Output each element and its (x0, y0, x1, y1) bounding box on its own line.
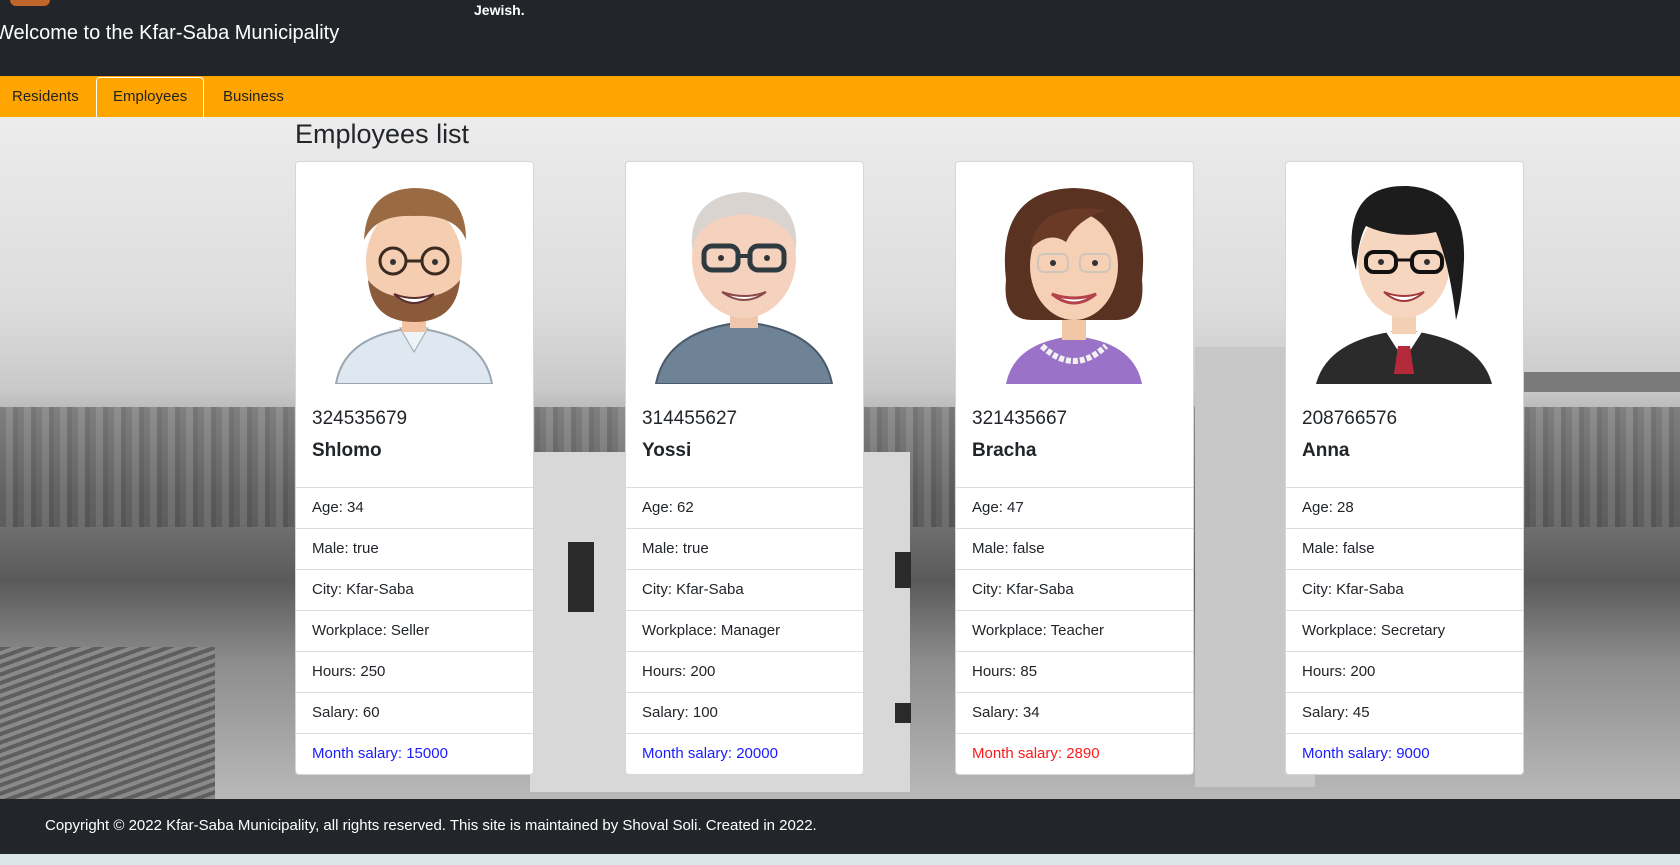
employee-details-list: Age: 34 Male: true City: Kfar-Saba Workp… (296, 487, 533, 774)
employee-hours: Hours: 200 (626, 651, 863, 692)
tab-employees[interactable]: Employees (96, 77, 205, 117)
employee-avatar (1004, 188, 1144, 384)
employee-id: 324535679 (312, 408, 408, 429)
page-bottom-edge (0, 854, 1680, 865)
employee-city: City: Kfar-Saba (956, 569, 1193, 610)
employee-avatar (1316, 185, 1492, 384)
background-window (568, 542, 594, 612)
welcome-title: Welcome to the Kfar-Saba Municipality (0, 22, 340, 44)
employee-city: City: Kfar-Saba (626, 569, 863, 610)
employee-age: Age: 34 (296, 487, 533, 528)
employee-id: 321435667 (972, 408, 1068, 429)
employee-card: 324535679 Shlomo Age: 34 Male: true City… (295, 161, 534, 775)
employee-details-list: Age: 62 Male: true City: Kfar-Saba Workp… (626, 487, 863, 774)
municipality-logo (10, 0, 50, 6)
employee-city: City: Kfar-Saba (296, 569, 533, 610)
employee-avatar (334, 188, 494, 384)
employee-workplace: Workplace: Manager (626, 610, 863, 651)
employee-card: 314455627 Yossi Age: 62 Male: true City:… (625, 161, 864, 775)
tab-business[interactable]: Business (211, 76, 296, 117)
site-header: Jewish. Welcome to the Kfar-Saba Municip… (0, 0, 1680, 76)
employee-salary: Salary: 60 (296, 692, 533, 733)
header-tagline: Jewish. (474, 2, 525, 18)
employee-gender: Male: true (626, 528, 863, 569)
employee-id: 208766576 (1302, 408, 1398, 429)
employee-month-salary: Month salary: 15000 (296, 733, 533, 774)
page-title: Employees list (295, 119, 470, 149)
employee-name: Shlomo (312, 440, 382, 461)
employee-salary: Salary: 100 (626, 692, 863, 733)
employee-age: Age: 62 (626, 487, 863, 528)
main-navbar: Residents Employees Business (0, 76, 1680, 117)
employee-salary: Salary: 34 (956, 692, 1193, 733)
employee-gender: Male: false (956, 528, 1193, 569)
employee-hours: Hours: 85 (956, 651, 1193, 692)
employee-id: 314455627 (642, 408, 738, 429)
employee-month-salary: Month salary: 2890 (956, 733, 1193, 774)
employee-card: 208766576 Anna Age: 28 Male: false City:… (1285, 161, 1524, 775)
copyright-text: Copyright © 2022 Kfar-Saba Municipality,… (45, 817, 817, 834)
employee-month-salary: Month salary: 9000 (1286, 733, 1523, 774)
employee-city: City: Kfar-Saba (1286, 569, 1523, 610)
employee-name: Bracha (972, 440, 1037, 461)
employee-hours: Hours: 200 (1286, 651, 1523, 692)
employee-month-salary: Month salary: 20000 (626, 733, 863, 774)
background-window (895, 552, 911, 588)
employee-gender: Male: false (1286, 528, 1523, 569)
employee-workplace: Workplace: Seller (296, 610, 533, 651)
employee-workplace: Workplace: Teacher (956, 610, 1193, 651)
tab-residents[interactable]: Residents (0, 76, 91, 117)
employee-avatar (654, 192, 834, 384)
employee-salary: Salary: 45 (1286, 692, 1523, 733)
employee-details-list: Age: 28 Male: false City: Kfar-Saba Work… (1286, 487, 1523, 774)
employee-name: Yossi (642, 440, 692, 461)
employee-age: Age: 47 (956, 487, 1193, 528)
employee-name: Anna (1302, 440, 1350, 461)
site-footer: Copyright © 2022 Kfar-Saba Municipality,… (0, 799, 1680, 854)
background-shed (0, 647, 215, 799)
employee-card: 321435667 Bracha Age: 47 Male: false Cit… (955, 161, 1194, 775)
employee-details-list: Age: 47 Male: false City: Kfar-Saba Work… (956, 487, 1193, 774)
background-window (895, 703, 911, 723)
employee-age: Age: 28 (1286, 487, 1523, 528)
employee-workplace: Workplace: Secretary (1286, 610, 1523, 651)
employee-hours: Hours: 250 (296, 651, 533, 692)
employee-gender: Male: true (296, 528, 533, 569)
